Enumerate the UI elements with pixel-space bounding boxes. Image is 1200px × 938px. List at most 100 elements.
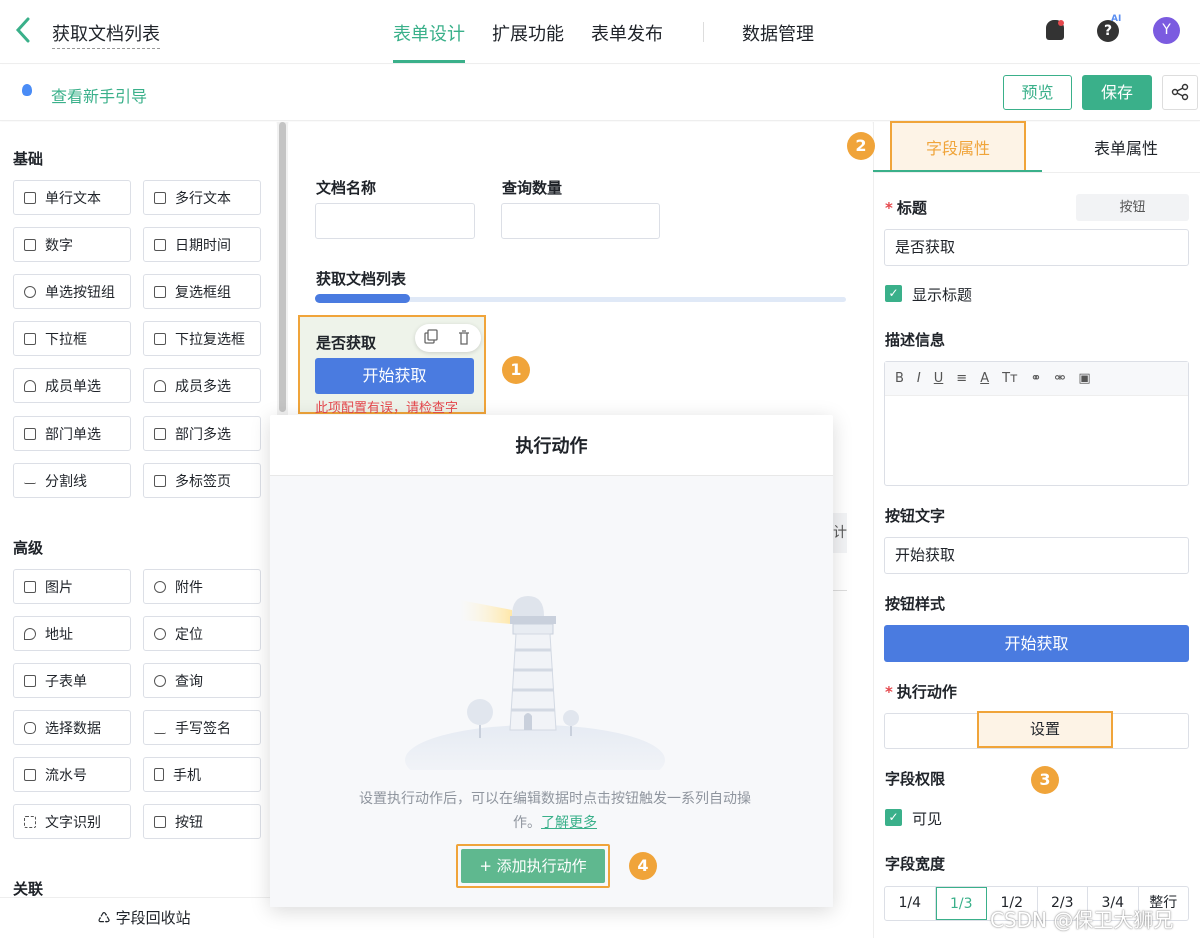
- modal-description: 设置执行动作后，可以在编辑数据时点击按钮触发一系列自动操作。了解更多: [359, 791, 751, 831]
- tab-publish[interactable]: 表单发布: [591, 20, 663, 46]
- action-label: * 执行动作: [885, 683, 957, 701]
- underline-icon[interactable]: U: [934, 371, 944, 386]
- button-style-preview[interactable]: 开始获取: [884, 625, 1189, 662]
- share-button[interactable]: [1162, 75, 1198, 110]
- palette-checkbox-group[interactable]: 复选框组: [143, 274, 261, 309]
- partial-divider: [833, 590, 847, 591]
- lighthouse-illustration: [400, 590, 680, 795]
- button-text-input[interactable]: 开始获取: [884, 537, 1189, 574]
- image-icon[interactable]: ▣: [1078, 371, 1090, 386]
- italic-icon[interactable]: I: [917, 371, 921, 386]
- show-title-checkbox[interactable]: ✓: [885, 285, 902, 302]
- learn-more-link[interactable]: 了解更多: [541, 815, 597, 831]
- database-icon: [24, 721, 36, 734]
- unlink-icon[interactable]: ⚮: [1055, 371, 1066, 386]
- modal-title: 执行动作: [515, 436, 588, 457]
- tab-form-design[interactable]: 表单设计: [393, 20, 465, 46]
- app-title[interactable]: 获取文档列表: [52, 20, 160, 49]
- align-icon[interactable]: ≡: [956, 371, 967, 386]
- width-option[interactable]: 1/4: [885, 887, 936, 920]
- phone-icon: [154, 768, 164, 781]
- palette-image[interactable]: 图片: [13, 569, 131, 604]
- field-type-tag: 按钮: [1076, 194, 1189, 221]
- serial-icon: [24, 768, 36, 781]
- palette-address[interactable]: 地址: [13, 616, 131, 651]
- font-color-icon[interactable]: A: [980, 371, 989, 386]
- field-query-count-label: 查询数量: [502, 179, 563, 197]
- palette-phone[interactable]: 手机: [143, 757, 261, 792]
- palette-location[interactable]: 定位: [143, 616, 261, 651]
- add-action-button[interactable]: + 添加执行动作: [461, 849, 605, 883]
- ocr-icon: [24, 815, 36, 828]
- image-icon: [24, 580, 36, 593]
- save-button[interactable]: 保存: [1082, 75, 1152, 110]
- crosshair-icon: [154, 627, 166, 640]
- user-icon: [24, 379, 36, 392]
- palette-signature[interactable]: 手写签名: [143, 710, 261, 745]
- title-input[interactable]: 是否获取: [884, 229, 1189, 266]
- palette-dept-multi[interactable]: 部门多选: [143, 416, 261, 451]
- palette-datetime[interactable]: 日期时间: [143, 227, 261, 262]
- palette-radio-group[interactable]: 单选按钮组: [13, 274, 131, 309]
- palette-serial-number[interactable]: 流水号: [13, 757, 131, 792]
- preview-button[interactable]: 预览: [1003, 75, 1072, 110]
- palette-tabs[interactable]: 多标签页: [143, 463, 261, 498]
- field-doc-name-input[interactable]: [315, 203, 475, 239]
- avatar[interactable]: Y: [1153, 17, 1180, 44]
- link-icon[interactable]: ⚭: [1031, 371, 1042, 386]
- field-doc-name-label: 文档名称: [316, 179, 377, 197]
- search-icon: [154, 674, 166, 687]
- palette-member-multi[interactable]: 成员多选: [143, 368, 261, 403]
- tab-data-management[interactable]: 数据管理: [742, 20, 814, 46]
- ai-badge: AI: [1111, 14, 1122, 24]
- tabs-icon: [154, 474, 166, 487]
- pin-icon: [24, 627, 36, 640]
- tab-form-properties[interactable]: 表单属性: [1094, 135, 1158, 159]
- active-tab-indicator: [393, 60, 465, 63]
- width-option-selected[interactable]: 1/3: [935, 887, 987, 920]
- copy-icon: [424, 329, 438, 344]
- palette-button[interactable]: 按钮: [143, 804, 261, 839]
- section-bar-fill: [315, 294, 410, 303]
- palette-attachment[interactable]: 附件: [143, 569, 261, 604]
- palette-dept-single[interactable]: 部门单选: [13, 416, 131, 451]
- tab-extensions[interactable]: 扩展功能: [492, 20, 564, 46]
- palette-multi-dropdown[interactable]: 下拉复选框: [143, 321, 261, 356]
- palette-multi-text[interactable]: 多行文本: [143, 180, 261, 215]
- action-setting-button[interactable]: 设置: [977, 711, 1113, 748]
- palette-ocr[interactable]: 文字识别: [13, 804, 131, 839]
- bold-icon[interactable]: B: [895, 371, 904, 386]
- font-size-icon[interactable]: Tт: [1002, 371, 1018, 386]
- props-active-tab-indicator: [873, 170, 1042, 172]
- start-fetch-button[interactable]: 开始获取: [315, 358, 474, 394]
- button-icon: [154, 815, 166, 828]
- step-badge-2: 2: [847, 132, 875, 160]
- step-badge-4: 4: [629, 852, 657, 880]
- palette-number[interactable]: 数字: [13, 227, 131, 262]
- error-message: 此项配置有误，请检查字: [315, 401, 459, 416]
- palette-select-data[interactable]: 选择数据: [13, 710, 131, 745]
- section-title: 获取文档列表: [316, 270, 407, 288]
- section-relation-title: 关联: [13, 880, 44, 898]
- palette-scrollbar-thumb[interactable]: [279, 122, 286, 412]
- field-query-count-input[interactable]: [501, 203, 660, 239]
- palette-single-text[interactable]: 单行文本: [13, 180, 131, 215]
- tab-field-properties[interactable]: 字段属性: [926, 135, 990, 159]
- palette-member-single[interactable]: 成员单选: [13, 368, 131, 403]
- back-arrow-icon[interactable]: [14, 16, 38, 46]
- visible-checkbox[interactable]: ✓: [885, 809, 902, 826]
- recycle-bin-button[interactable]: ♺ 字段回收站: [0, 897, 288, 938]
- title-label: * 标题: [885, 199, 927, 217]
- palette-query[interactable]: 查询: [143, 663, 261, 698]
- lightbulb-icon: [22, 84, 32, 96]
- palette-divider[interactable]: 分割线: [13, 463, 131, 498]
- guide-link[interactable]: 查看新手引导: [51, 83, 147, 107]
- palette-dropdown[interactable]: 下拉框: [13, 321, 131, 356]
- permission-label: 字段权限: [885, 770, 946, 788]
- departments-icon: [154, 427, 166, 440]
- step-badge-1: 1: [502, 356, 530, 384]
- visible-label: 可见: [912, 810, 943, 828]
- department-icon: [24, 427, 36, 440]
- palette-subform[interactable]: 子表单: [13, 663, 131, 698]
- share-icon: [1171, 83, 1189, 101]
